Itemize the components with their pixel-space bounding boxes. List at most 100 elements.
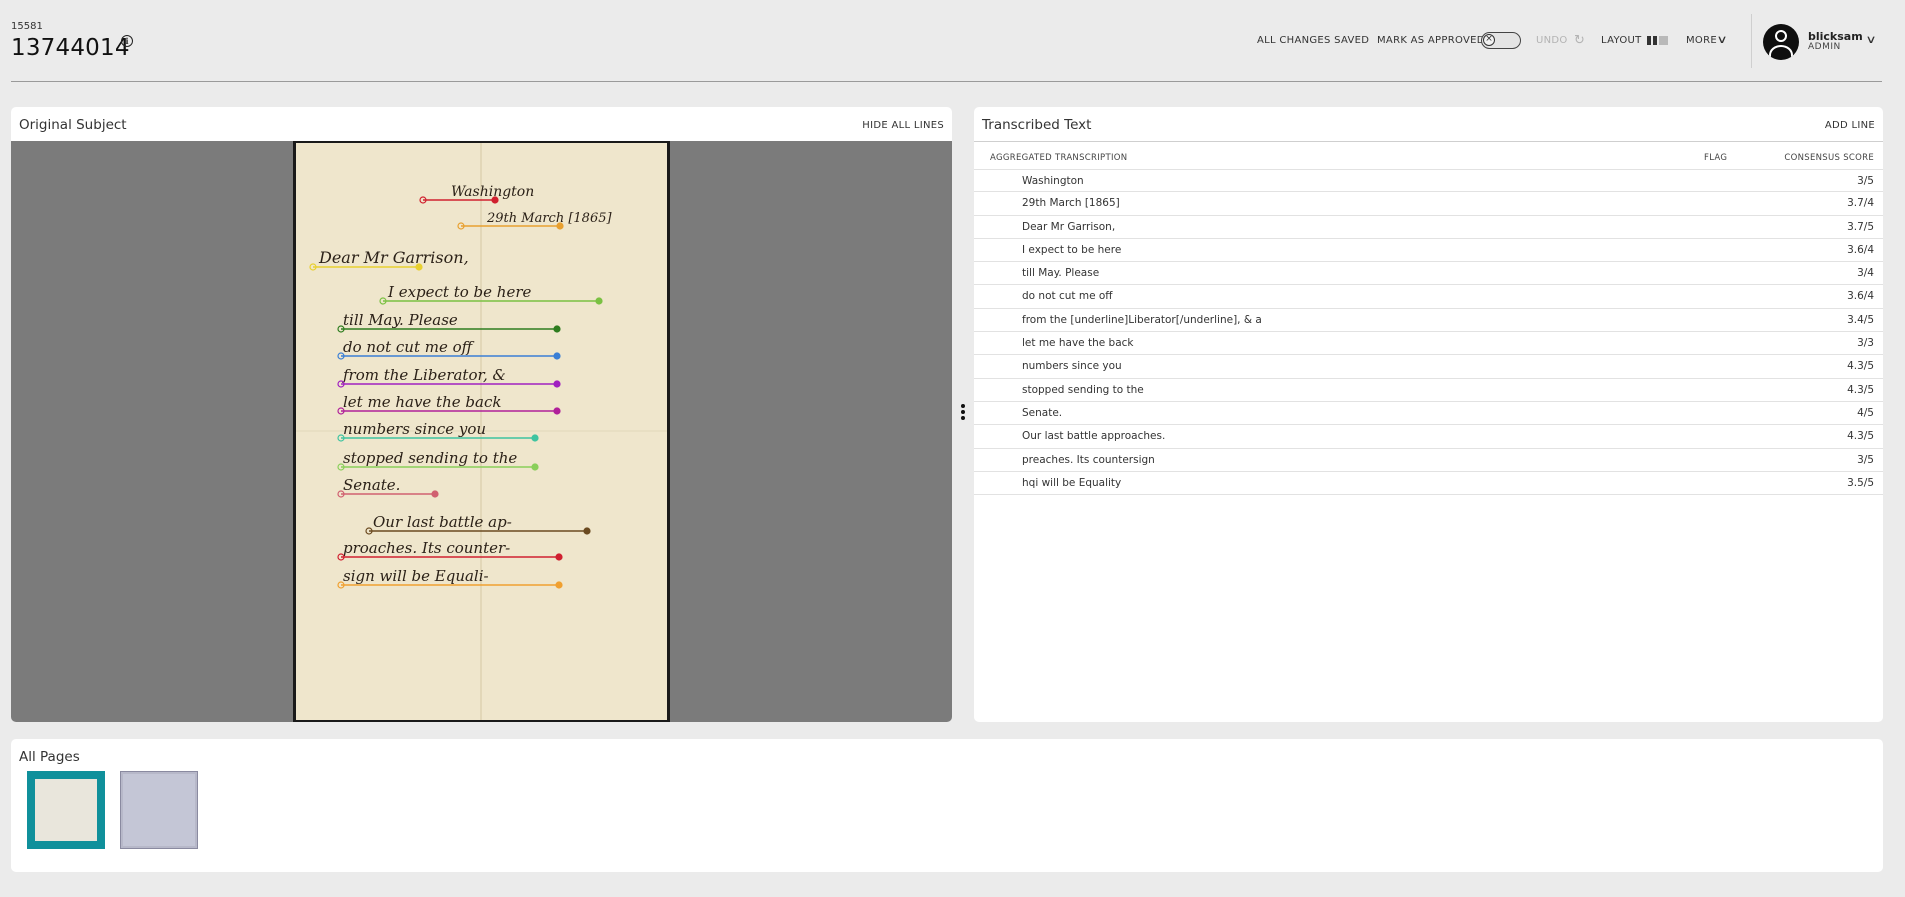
annotation-point[interactable]	[556, 222, 564, 230]
handwritten-line: Dear Mr Garrison,	[318, 248, 469, 267]
consensus-score: 3.4/5	[1847, 313, 1874, 326]
handwritten-line: I expect to be here	[387, 283, 531, 301]
handwritten-line: proaches. Its counter-	[343, 539, 510, 557]
annotation-point[interactable]	[531, 463, 539, 471]
original-subject-panel: Original Subject HIDE ALL LINES Washingt…	[11, 107, 952, 722]
handwritten-line: sign will be Equali-	[343, 567, 489, 585]
transcription-text: stopped sending to the	[1022, 383, 1144, 396]
layout-button[interactable]: LAYOUT	[1601, 0, 1642, 80]
add-line-button[interactable]: ADD LINE	[1825, 120, 1875, 131]
annotation-point[interactable]	[531, 434, 539, 442]
project-id: 15581	[11, 21, 43, 32]
transcription-row[interactable]: from the [underline]Liberator[/underline…	[974, 309, 1883, 333]
layout-columns-icon[interactable]	[1647, 36, 1668, 45]
consensus-score: 3.6/4	[1847, 290, 1874, 303]
undo-button[interactable]: UNDO	[1536, 0, 1568, 80]
page-thumbnail-1[interactable]	[27, 771, 105, 849]
x-icon: ×	[1483, 34, 1495, 46]
column-header-score: CONSENSUS SCORE	[1784, 153, 1874, 163]
transcription-text: preaches. Its countersign	[1022, 453, 1155, 466]
consensus-score: 3.5/5	[1847, 476, 1874, 489]
panel-title: Original Subject	[19, 117, 127, 133]
handwritten-line: numbers since you	[343, 420, 486, 438]
more-button[interactable]: MORE	[1686, 0, 1717, 80]
transcription-row[interactable]: Senate. 4/5	[974, 402, 1883, 426]
approve-toggle[interactable]: ×	[1481, 32, 1521, 49]
transcription-row[interactable]: Our last battle approaches. 4.3/5	[974, 425, 1883, 449]
user-role: ADMIN	[1808, 42, 1841, 52]
column-header-transcription: AGGREGATED TRANSCRIPTION	[990, 153, 1128, 163]
transcription-text: I expect to be here	[1022, 243, 1122, 256]
transcription-row[interactable]: till May. Please 3/4	[974, 262, 1883, 286]
handwritten-line: Our last battle ap-	[373, 513, 512, 531]
transcription-row[interactable]: stopped sending to the 4.3/5	[974, 379, 1883, 402]
consensus-score: 3/5	[1857, 453, 1874, 466]
transcription-row[interactable]: numbers since you 4.3/5	[974, 355, 1883, 379]
transcription-text: let me have the back	[1022, 337, 1134, 350]
transcription-text: from the [underline]Liberator[/underline…	[1022, 313, 1262, 326]
redo-icon[interactable]: ↻	[1574, 33, 1585, 48]
transcription-text: till May. Please	[1022, 267, 1100, 280]
mark-approved-label: MARK AS APPROVED	[1377, 34, 1485, 46]
transcription-row[interactable]: preaches. Its countersign 3/5	[974, 449, 1883, 472]
panel-resize-handle[interactable]	[959, 404, 967, 424]
save-status: ALL CHANGES SAVED	[1257, 34, 1370, 46]
annotation-point[interactable]	[415, 263, 423, 271]
user-menu[interactable]: blicksam ADMIN ∨	[1751, 14, 1905, 68]
divider	[974, 141, 1883, 142]
consensus-score: 4.3/5	[1847, 360, 1874, 373]
consensus-score: 3/4	[1857, 267, 1874, 280]
all-pages-panel: All Pages	[11, 739, 1883, 872]
column-header-flag: FLAG	[1704, 153, 1728, 163]
transcription-row[interactable]: do not cut me off 3.6/4	[974, 285, 1883, 309]
handwritten-line: 29th March [1865]	[486, 211, 612, 226]
annotation-point[interactable]	[553, 380, 561, 388]
subject-id: 13744014	[11, 35, 130, 61]
transcribed-text-panel: Transcribed Text ADD LINE AGGREGATED TRA…	[974, 107, 1883, 722]
header-divider	[11, 81, 1882, 82]
consensus-score: 3/3	[1857, 337, 1874, 350]
manuscript-page-image[interactable]: Washington29th March [1865]Dear Mr Garri…	[293, 141, 670, 722]
panel-title: Transcribed Text	[982, 117, 1092, 133]
handwritten-line: stopped sending to the	[343, 449, 517, 467]
transcription-text: Washington	[1022, 175, 1084, 187]
transcription-row[interactable]: let me have the back 3/3	[974, 332, 1883, 356]
annotation-point[interactable]	[595, 297, 603, 305]
page-thumbnail-2[interactable]	[120, 771, 198, 849]
chevron-down-icon[interactable]: ∨	[1865, 33, 1876, 46]
handwritten-line: Senate.	[343, 476, 400, 494]
annotation-point[interactable]	[583, 527, 591, 535]
hide-all-lines-button[interactable]: HIDE ALL LINES	[862, 120, 944, 131]
handwritten-line: from the Liberator, &	[342, 366, 506, 384]
annotation-point[interactable]	[555, 581, 563, 589]
transcription-text: Dear Mr Garrison,	[1022, 220, 1116, 233]
transcription-list: Washington 3/5 29th March [1865] 3.7/4 Dear …	[974, 169, 1883, 496]
header: 15581 13744014 i ALL CHANGES SAVED MARK …	[0, 0, 1905, 82]
consensus-score: 3/5	[1857, 175, 1874, 187]
transcription-row[interactable]: hqi will be Equality 3.5/5	[974, 472, 1883, 496]
transcription-text: do not cut me off	[1022, 290, 1113, 303]
transcription-text: hqi will be Equality	[1022, 476, 1122, 489]
transcription-row[interactable]: 29th March [1865] 3.7/4	[974, 192, 1883, 216]
transcription-text: Senate.	[1022, 406, 1063, 419]
transcription-text: numbers since you	[1022, 360, 1122, 373]
transcription-row[interactable]: Washington 3/5	[974, 169, 1883, 193]
consensus-score: 4/5	[1857, 406, 1874, 419]
image-viewer[interactable]: Washington 29th March [1865] Dear Mr Garri…	[11, 141, 952, 722]
annotation-point[interactable]	[555, 553, 563, 561]
chevron-down-icon[interactable]: ∨	[1716, 33, 1727, 46]
annotation-point[interactable]	[553, 325, 561, 333]
transcription-text: Our last battle approaches.	[1022, 430, 1166, 443]
transcription-row[interactable]: I expect to be here 3.6/4	[974, 239, 1883, 263]
annotation-point[interactable]	[491, 196, 499, 204]
handwritten-line: till May. Please	[343, 311, 458, 329]
consensus-score: 3.6/4	[1847, 243, 1874, 256]
transcription-row[interactable]: Dear Mr Garrison, 3.7/5	[974, 216, 1883, 239]
consensus-score: 3.7/4	[1847, 197, 1874, 210]
avatar	[1763, 24, 1799, 60]
handwritten-line: do not cut me off	[343, 338, 475, 356]
annotation-point[interactable]	[431, 490, 439, 498]
info-icon[interactable]: i	[121, 35, 133, 47]
annotation-point[interactable]	[553, 407, 561, 415]
annotation-point[interactable]	[553, 352, 561, 360]
